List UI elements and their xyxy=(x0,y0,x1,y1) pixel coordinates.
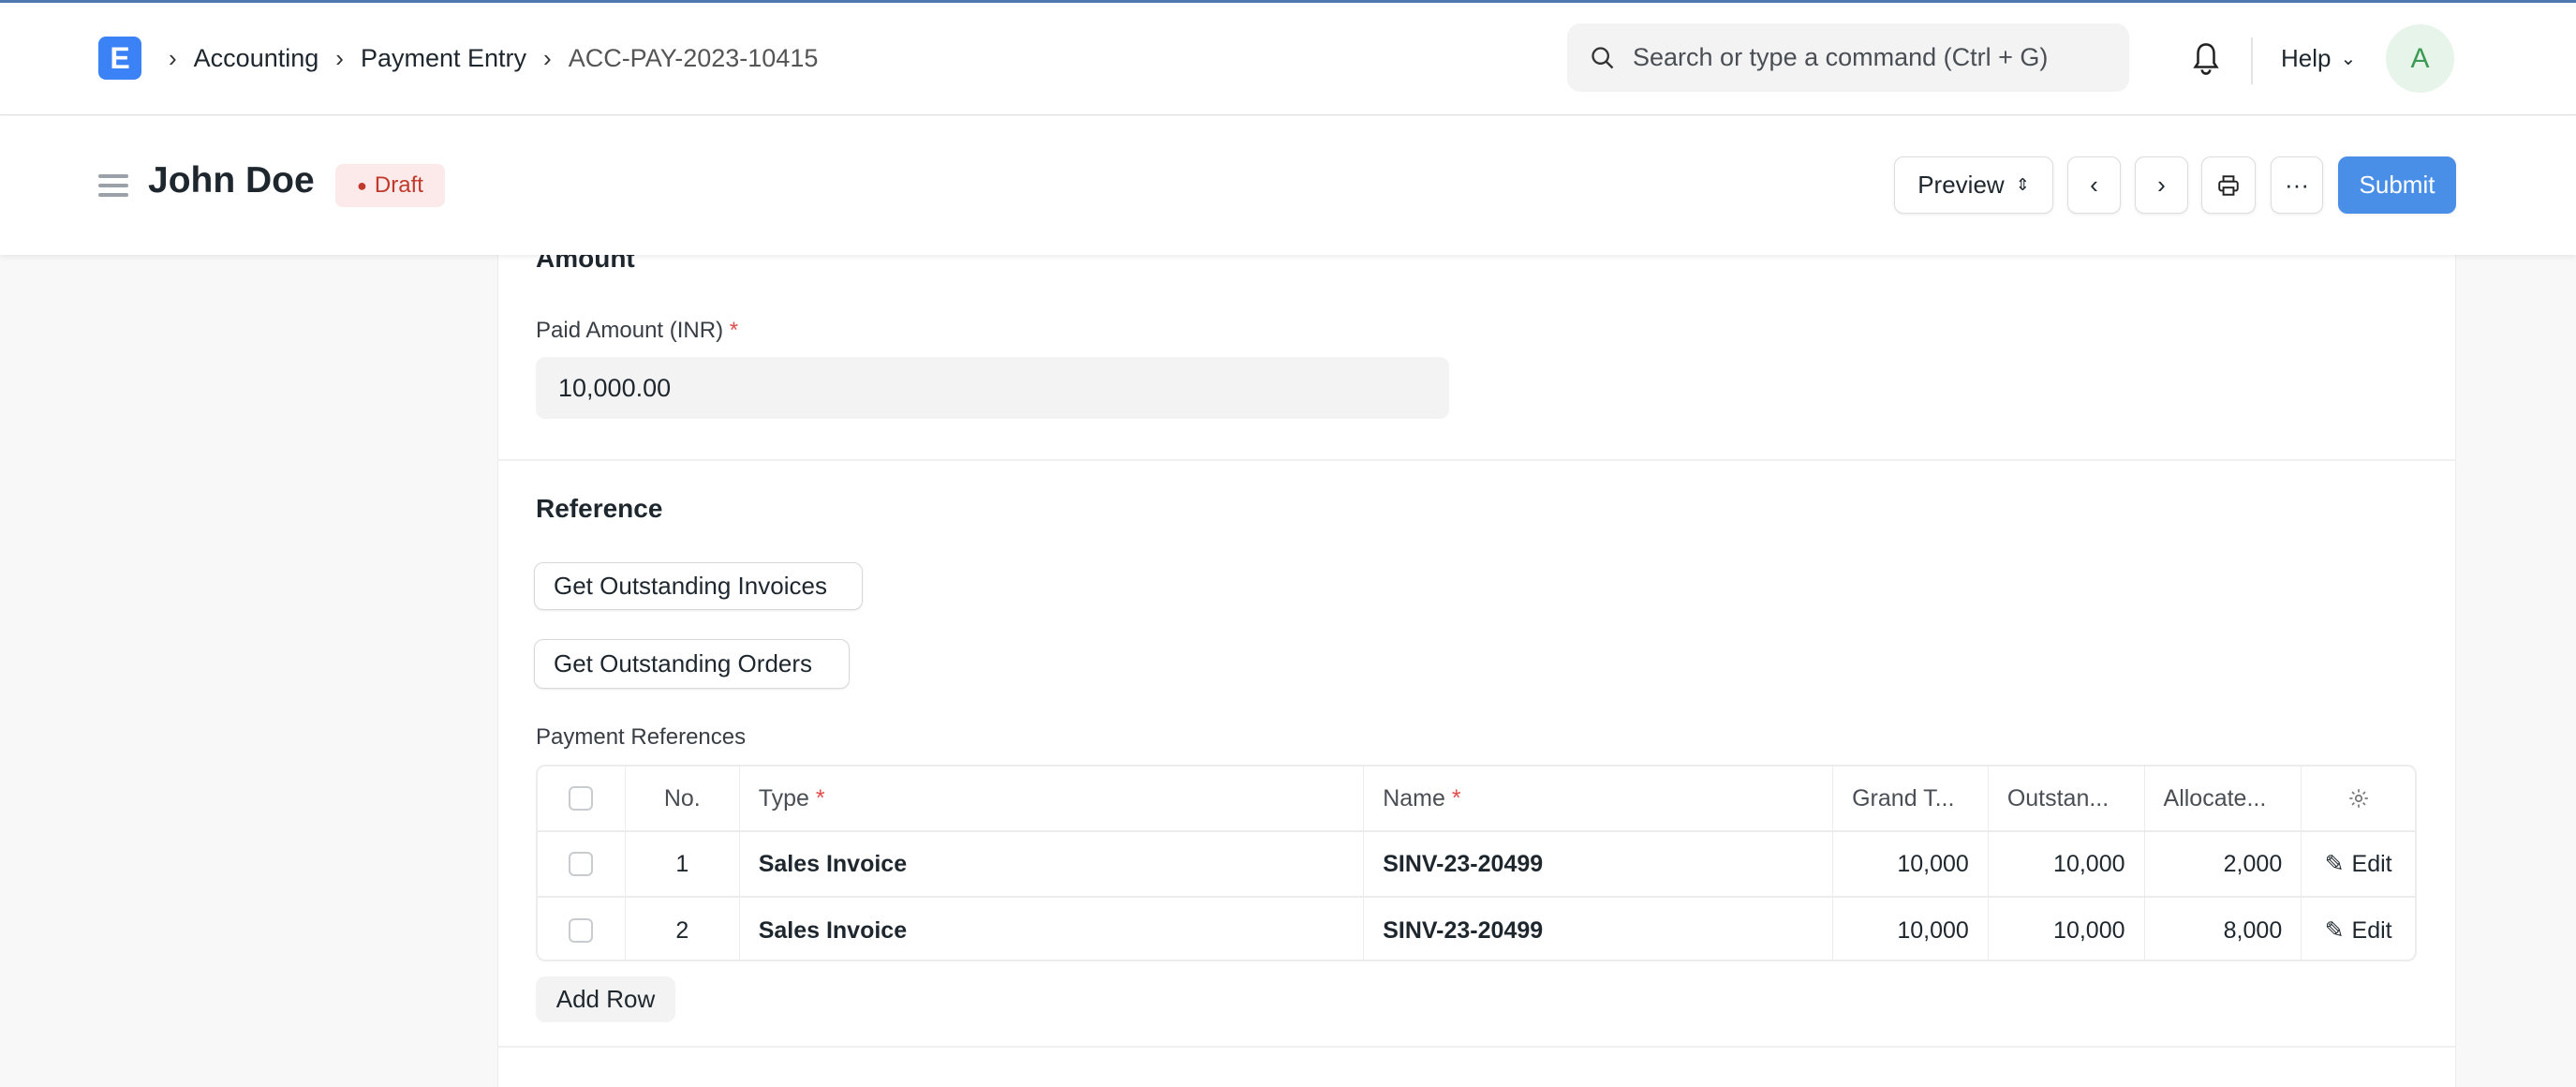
chevron-down-icon: ⌄ xyxy=(2340,49,2357,69)
status-dot-icon: ● xyxy=(357,175,367,195)
pencil-icon: ✎ xyxy=(2324,851,2345,877)
preview-dropdown[interactable]: Preview ⇕ xyxy=(1894,156,2053,214)
chevron-right-icon: › xyxy=(169,44,177,72)
pencil-icon: ✎ xyxy=(2324,917,2345,944)
next-document-button[interactable]: › xyxy=(2135,156,2188,214)
paid-amount-input[interactable]: 10,000.00 xyxy=(536,357,1449,419)
chevron-right-icon: › xyxy=(335,44,344,72)
chevron-left-icon: ‹ xyxy=(2090,171,2098,199)
section-divider xyxy=(497,1046,2456,1048)
header-allocated: Allocate... xyxy=(2145,767,2302,830)
cell-name[interactable]: SINV-23-20499 xyxy=(1364,898,1834,960)
cell-grand-total[interactable]: 10,000 xyxy=(1833,898,1989,960)
required-mark: * xyxy=(729,318,739,343)
get-outstanding-orders-button[interactable]: Get Outstanding Orders xyxy=(534,639,850,689)
row-select-cell xyxy=(538,898,626,960)
printer-icon xyxy=(2218,174,2239,196)
chevron-right-icon: › xyxy=(2157,171,2166,199)
breadcrumb-payment-entry[interactable]: Payment Entry xyxy=(361,44,526,73)
status-badge: ● Draft xyxy=(335,164,445,207)
help-dropdown[interactable]: Help ⌄ xyxy=(2281,44,2356,73)
chevron-right-icon: › xyxy=(543,44,552,72)
header-type-label: Type xyxy=(758,784,809,812)
edit-row-button[interactable]: ✎ Edit xyxy=(2302,832,2415,896)
status-label: Draft xyxy=(374,172,423,198)
cell-no: 2 xyxy=(626,898,740,960)
cell-name[interactable]: SINV-23-20499 xyxy=(1364,832,1834,896)
app-logo[interactable]: E xyxy=(98,37,141,80)
gear-icon[interactable] xyxy=(2347,786,2371,811)
header-outstanding: Outstan... xyxy=(1989,767,2145,830)
chevron-up-down-icon: ⇕ xyxy=(2015,175,2030,194)
table-row[interactable]: 2 Sales Invoice SINV-23-20499 10,000 10,… xyxy=(538,898,2415,960)
cell-type[interactable]: Sales Invoice xyxy=(740,832,1365,896)
print-button[interactable] xyxy=(2201,156,2256,214)
search-placeholder: Search or type a command (Ctrl + G) xyxy=(1633,43,2049,71)
header-grand-total: Grand T... xyxy=(1833,767,1989,830)
cell-outstanding[interactable]: 10,000 xyxy=(1989,832,2145,896)
search-input[interactable]: Search or type a command (Ctrl + G) xyxy=(1567,23,2129,92)
column-settings[interactable] xyxy=(2302,767,2415,830)
page-title: John Doe xyxy=(148,160,315,201)
row-checkbox[interactable] xyxy=(569,918,594,943)
previous-document-button[interactable]: ‹ xyxy=(2067,156,2121,214)
breadcrumb-document[interactable]: ACC-PAY-2023-10415 xyxy=(569,44,819,73)
avatar[interactable]: A xyxy=(2386,24,2454,93)
label-text: Paid Amount (INR) xyxy=(536,318,724,343)
submit-button[interactable]: Submit xyxy=(2338,156,2456,214)
cell-grand-total[interactable]: 10,000 xyxy=(1833,832,1989,896)
table-row[interactable]: 1 Sales Invoice SINV-23-20499 10,000 10,… xyxy=(538,832,2415,898)
add-row-button[interactable]: Add Row xyxy=(536,976,675,1022)
header-type: Type * xyxy=(740,767,1365,830)
more-actions-button[interactable]: ··· xyxy=(2271,156,2323,214)
breadcrumb-accounting[interactable]: Accounting xyxy=(194,44,319,73)
reference-section-heading: Reference xyxy=(536,494,663,523)
payment-references-label: Payment References xyxy=(536,724,747,750)
bell-icon[interactable] xyxy=(2190,40,2222,78)
help-label: Help xyxy=(2281,44,2332,72)
table-header: No. Type * Name * Grand T... Outstan... … xyxy=(538,767,2415,832)
edit-row-button[interactable]: ✎ Edit xyxy=(2302,898,2415,960)
cell-outstanding[interactable]: 10,000 xyxy=(1989,898,2145,960)
search-icon xyxy=(1591,46,1614,68)
header-name-label: Name xyxy=(1383,784,1445,812)
cell-allocated[interactable]: 8,000 xyxy=(2145,898,2302,960)
divider xyxy=(2251,37,2253,84)
preview-label: Preview xyxy=(1917,171,2005,199)
edit-label: Edit xyxy=(2351,916,2392,944)
paid-amount-label: Paid Amount (INR) * xyxy=(536,318,738,344)
row-select-cell xyxy=(538,832,626,896)
cell-type[interactable]: Sales Invoice xyxy=(740,898,1365,960)
select-all-cell xyxy=(538,767,626,830)
payment-references-table: No. Type * Name * Grand T... Outstan... … xyxy=(536,765,2417,961)
section-divider xyxy=(497,459,2456,461)
edit-label: Edit xyxy=(2351,850,2392,877)
get-outstanding-invoices-button[interactable]: Get Outstanding Invoices xyxy=(534,562,863,610)
hamburger-menu-icon[interactable] xyxy=(98,174,128,197)
navbar: E › Accounting › Payment Entry › ACC-PAY… xyxy=(0,3,2576,115)
select-all-checkbox[interactable] xyxy=(569,786,594,811)
required-mark: * xyxy=(815,784,825,812)
page-header: John Doe ● Draft Preview ⇕ ‹ › ··· Submit xyxy=(0,116,2576,255)
row-checkbox[interactable] xyxy=(569,852,594,876)
required-mark: * xyxy=(1451,784,1461,812)
breadcrumb: › Accounting › Payment Entry › ACC-PAY-2… xyxy=(169,44,818,73)
cell-allocated[interactable]: 2,000 xyxy=(2145,832,2302,896)
cell-no: 1 xyxy=(626,832,740,896)
header-no: No. xyxy=(626,767,740,830)
header-name: Name * xyxy=(1364,767,1834,830)
